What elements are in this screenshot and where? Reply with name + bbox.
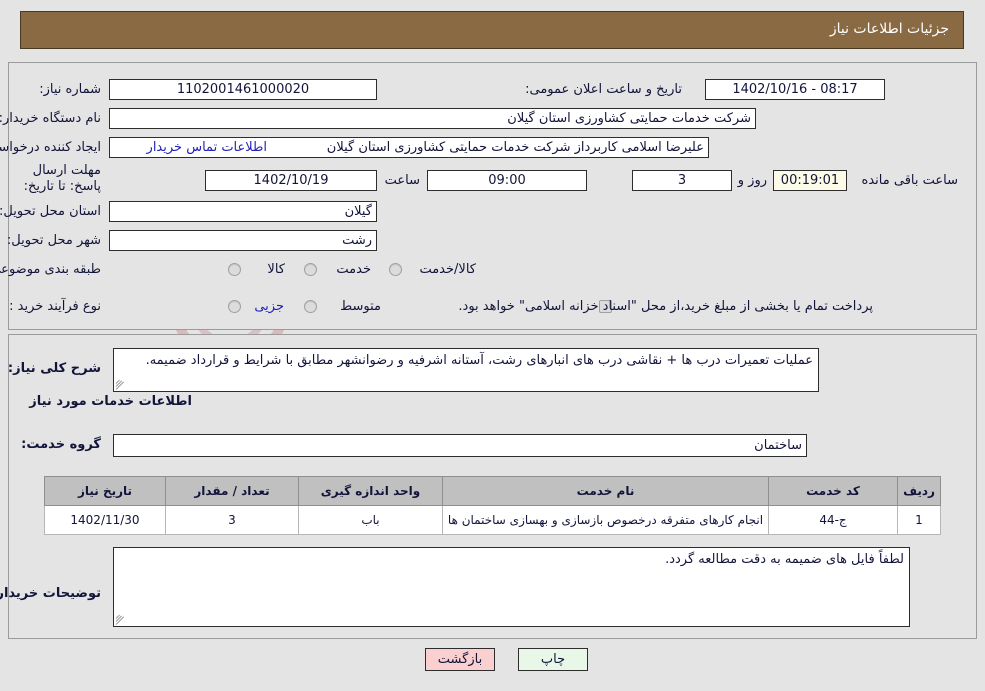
countdown-label: ساعت باقی مانده — [861, 173, 958, 188]
cell-name: انجام کارهای متفرقه درخصوص بازسازی و بهس… — [442, 505, 769, 535]
category-option-label-khedmat[interactable]: خدمت — [336, 262, 371, 277]
page-title: جزئیات اطلاعات نیاز — [829, 21, 949, 37]
category-radio-kala[interactable] — [228, 263, 241, 276]
table-header-name: نام خدمت — [442, 476, 769, 506]
category-option-label-kala-khedmat[interactable]: کالا/خدمت — [419, 262, 476, 277]
buyer-notes-label: توضیحات خریدار: — [0, 586, 101, 601]
buyer-notes-textarea[interactable]: لطفاً فایل های ضمیمه به دقت مطالعه گردد. — [113, 547, 910, 627]
cell-qty: 3 — [165, 505, 299, 535]
cell-code: ج-44 — [768, 505, 898, 535]
table-header-qty: تعداد / مقدار — [165, 476, 299, 506]
cell-unit: باب — [298, 505, 443, 535]
need-description-value: عملیات تعمیرات درب ها + نقاشی درب های ان… — [145, 353, 813, 368]
delivery-province-label: استان محل تحویل: — [0, 204, 101, 219]
table-header-date: تاریخ نیاز — [44, 476, 166, 506]
delivery-city-label: شهر محل تحویل: — [6, 233, 101, 248]
process-option-label-jozi[interactable]: جزیی — [254, 299, 284, 314]
buyer-org-label: نام دستگاه خریدار: — [0, 111, 101, 126]
service-group-label: گروه خدمت: — [21, 437, 101, 452]
process-radio-motavaset[interactable] — [304, 300, 317, 313]
need-details-page: AnaTender.net جزئیات اطلاعات نیاز شماره … — [0, 0, 985, 691]
resize-grip-icon[interactable] — [115, 379, 126, 390]
requester-label: ایجاد کننده درخواست: — [0, 140, 101, 155]
table-header-radif: ردیف — [897, 476, 941, 506]
category-option-label-kala[interactable]: کالا — [267, 262, 285, 277]
category-radio-khedmat[interactable] — [304, 263, 317, 276]
remaining-days-label: روز و — [737, 173, 767, 188]
process-type-label: نوع فرآیند خرید : — [9, 299, 101, 314]
public-announce-value: 08:17 - 1402/10/16 — [705, 79, 885, 100]
category-label: طبقه بندی موضوعی: — [0, 262, 101, 277]
need-number-value: 1102001461000020 — [109, 79, 377, 100]
summary-panel — [8, 62, 977, 330]
resize-grip-icon[interactable] — [115, 614, 126, 625]
need-description-textarea[interactable]: عملیات تعمیرات درب ها + نقاشی درب های ان… — [113, 348, 819, 392]
print-button[interactable]: چاپ — [518, 648, 588, 671]
delivery-province-value: گیلان — [109, 201, 377, 222]
table-header-row: ردیف کد خدمت نام خدمت واحد اندازه گیری ت… — [44, 476, 941, 506]
services-table: ردیف کد خدمت نام خدمت واحد اندازه گیری ت… — [44, 476, 941, 535]
public-announce-label: تاریخ و ساعت اعلان عمومی: — [525, 82, 682, 97]
service-group-value: ساختمان — [113, 434, 807, 457]
back-button[interactable]: بازگشت — [425, 648, 495, 671]
buyer-notes-value: لطفاً فایل های ضمیمه به دقت مطالعه گردد. — [665, 552, 904, 567]
page-header: جزئیات اطلاعات نیاز — [20, 11, 964, 49]
deadline-label: مهلت ارسال پاسخ: تا تاریخ: — [23, 163, 101, 194]
need-number-label: شماره نیاز: — [39, 82, 101, 97]
remaining-days-value: 3 — [632, 170, 732, 191]
treasury-note-text: پرداخت تمام یا بخشی از مبلغ خرید،از محل … — [458, 299, 873, 314]
delivery-city-value: رشت — [109, 230, 377, 251]
buyer-contact-link[interactable]: اطلاعات تماس خریدار — [147, 140, 267, 155]
buyer-org-value: شرکت خدمات حمایتی کشاورزی استان گیلان — [109, 108, 756, 129]
deadline-date-value: 1402/10/19 — [205, 170, 377, 191]
countdown-timer-value: 00:19:01 — [773, 170, 847, 191]
table-header-code: کد خدمت — [768, 476, 898, 506]
cell-radif: 1 — [897, 505, 941, 535]
table-row: 1 ج-44 انجام کارهای متفرقه درخصوص بازساز… — [44, 505, 941, 535]
deadline-time-value: 09:00 — [427, 170, 587, 191]
table-header-unit: واحد اندازه گیری — [298, 476, 443, 506]
need-description-label: شرح کلی نیاز: — [7, 361, 101, 376]
category-radio-kala-khedmat[interactable] — [389, 263, 402, 276]
process-option-label-motavaset[interactable]: متوسط — [340, 299, 381, 314]
process-radio-jozi[interactable] — [228, 300, 241, 313]
cell-date: 1402/11/30 — [44, 505, 166, 535]
services-heading: اطلاعات خدمات مورد نیاز — [29, 394, 192, 409]
deadline-hour-label: ساعت — [384, 173, 420, 188]
